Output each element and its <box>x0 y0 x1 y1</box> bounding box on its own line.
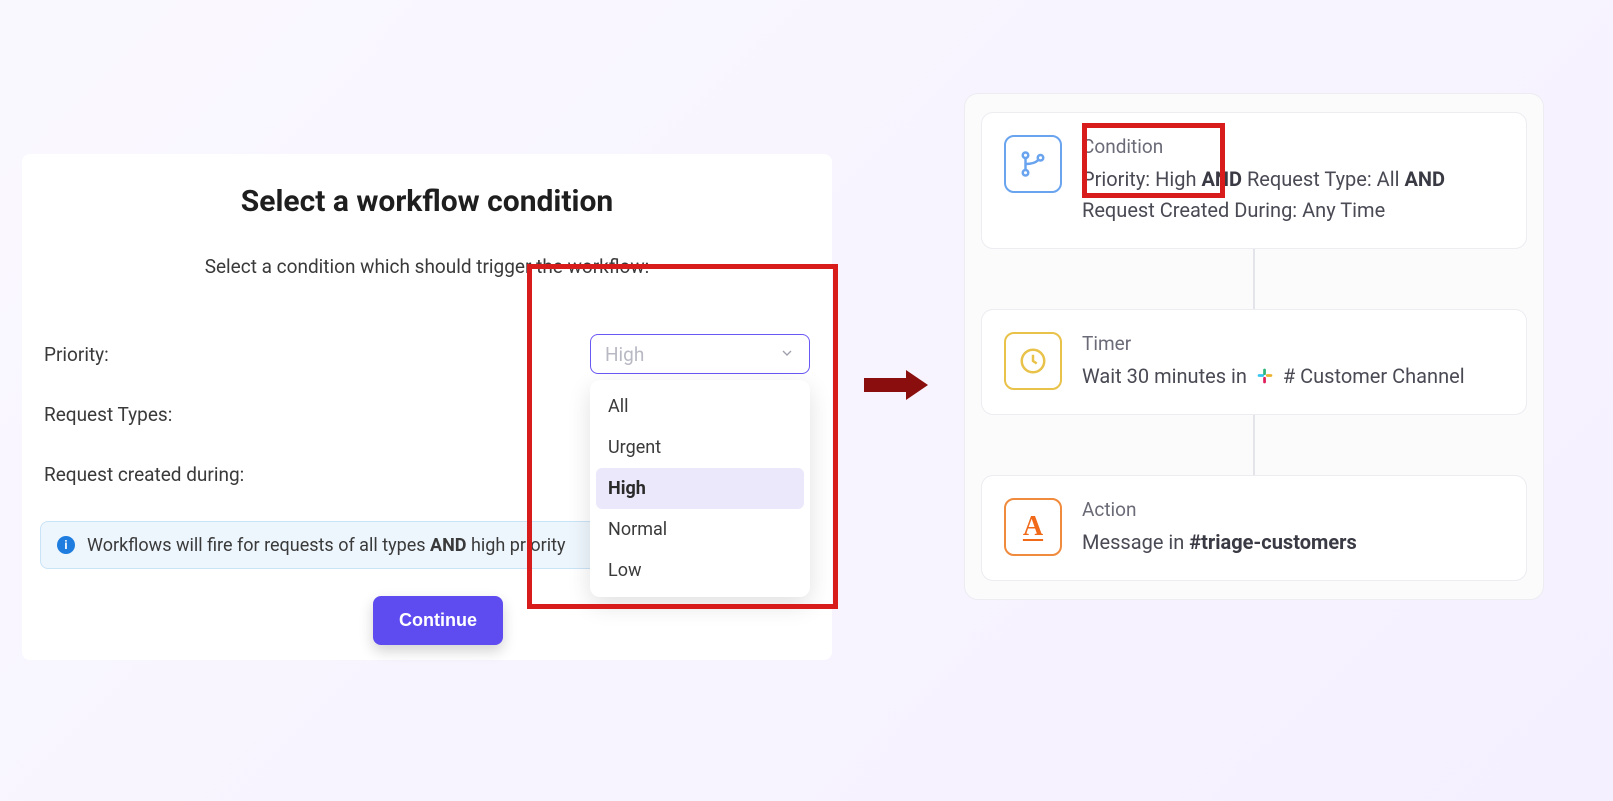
priority-option-urgent[interactable]: Urgent <box>596 427 804 468</box>
arrow-icon <box>864 370 934 400</box>
info-icon: i <box>57 536 75 554</box>
timer-title: Timer <box>1082 332 1504 355</box>
connector-line <box>1253 249 1255 309</box>
workflow-condition-form: Select a workflow condition Select a con… <box>22 154 832 660</box>
priority-option-normal[interactable]: Normal <box>596 509 804 550</box>
priority-select-wrap: High All Urgent High Normal Low <box>590 334 810 374</box>
condition-title: Condition <box>1082 135 1504 158</box>
clock-icon <box>1004 332 1062 390</box>
workflow-preview: Condition Priority: High AND Request Typ… <box>964 93 1544 600</box>
priority-option-low[interactable]: Low <box>596 550 804 591</box>
label-priority: Priority: <box>44 343 590 366</box>
priority-option-all[interactable]: All <box>596 386 804 427</box>
action-title: Action <box>1082 498 1504 521</box>
priority-dropdown: All Urgent High Normal Low <box>590 380 810 597</box>
workflow-card-action[interactable]: A Action Message in #triage-customers <box>981 475 1527 581</box>
form-rows: Priority: High All Urgent High Normal Lo… <box>42 324 812 504</box>
timer-text: Wait 30 minutes in # Customer Channel <box>1082 361 1504 392</box>
row-priority: Priority: High All Urgent High Normal Lo… <box>44 324 810 384</box>
priority-select-value: High <box>605 343 644 366</box>
priority-select[interactable]: High <box>590 334 810 374</box>
connector-line <box>1253 415 1255 475</box>
workflow-card-condition[interactable]: Condition Priority: High AND Request Typ… <box>981 112 1527 249</box>
info-text: Workflows will fire for requests of all … <box>87 535 566 556</box>
branch-icon <box>1004 135 1062 193</box>
continue-button[interactable]: Continue <box>373 596 503 645</box>
form-title: Select a workflow condition <box>42 184 812 219</box>
condition-text: Priority: High AND Request Type: All AND… <box>1082 164 1504 226</box>
slack-icon <box>1254 365 1276 387</box>
chevron-down-icon <box>779 343 795 366</box>
form-subtitle: Select a condition which should trigger … <box>42 255 812 278</box>
priority-option-high[interactable]: High <box>596 468 804 509</box>
action-icon: A <box>1004 498 1062 556</box>
action-text: Message in #triage-customers <box>1082 527 1504 558</box>
workflow-card-timer[interactable]: Timer Wait 30 minutes in # Customer Chan… <box>981 309 1527 415</box>
